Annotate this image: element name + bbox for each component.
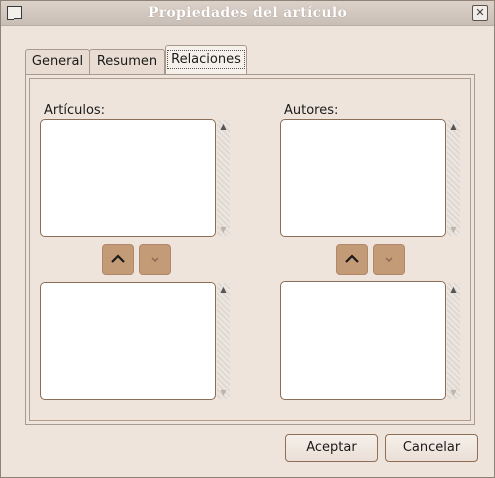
articulos-label: Artículos: [44,103,106,118]
scroll-down-icon[interactable]: ▼ [447,223,460,236]
articulos-move-down-button[interactable] [139,244,171,275]
tab-panel-relaciones: Artículos: ▲ ▼ ▲ ▼ Autores: ▲ ▼ ▲ ▼ [25,74,475,425]
tab-relaciones[interactable]: Relaciones [165,45,247,74]
scroll-up-icon[interactable]: ▲ [447,283,460,296]
articulos-available-scrollbar[interactable]: ▲ ▼ [217,283,230,399]
window-title: Propiedades del artículo [147,5,348,21]
tab-resumen[interactable]: Resumen [89,49,165,74]
autores-available-scrollbar[interactable]: ▲ ▼ [447,283,460,399]
scroll-up-icon[interactable]: ▲ [217,283,230,296]
chevron-down-icon [151,257,159,263]
tab-relaciones-label: Relaciones [167,50,245,69]
chevron-down-icon [385,257,393,263]
scroll-down-icon[interactable]: ▼ [217,386,230,399]
title-bar[interactable]: Propiedades del artículo ✕ [1,1,494,26]
accept-button[interactable]: Aceptar [285,434,378,462]
chevron-up-icon [345,254,359,263]
autores-move-up-button[interactable] [336,244,368,275]
tab-general-label: General [31,54,84,69]
tab-resumen-label: Resumen [96,54,158,69]
close-icon: ✕ [475,6,485,19]
articulos-selected-list[interactable] [40,119,216,237]
articulos-selected-scrollbar[interactable]: ▲ ▼ [217,120,230,236]
scroll-down-icon[interactable]: ▼ [447,386,460,399]
dialog-window: Propiedades del artículo ✕ General Resum… [0,0,495,478]
autores-selected-list[interactable] [280,119,446,237]
articulos-available-list[interactable] [40,282,216,400]
autores-move-down-button[interactable] [373,244,405,275]
chevron-up-icon [111,254,125,263]
autores-label: Autores: [284,103,339,118]
scroll-up-icon[interactable]: ▲ [217,120,230,133]
close-button[interactable]: ✕ [472,5,488,21]
scroll-up-icon[interactable]: ▲ [447,120,460,133]
tab-general[interactable]: General [25,49,90,74]
cancel-button[interactable]: Cancelar [385,434,478,462]
scroll-down-icon[interactable]: ▼ [217,223,230,236]
autores-selected-scrollbar[interactable]: ▲ ▼ [447,120,460,236]
articulos-move-up-button[interactable] [102,244,134,275]
autores-available-list[interactable] [280,281,446,400]
relations-frame: Artículos: ▲ ▼ ▲ ▼ Autores: ▲ ▼ ▲ ▼ [29,78,471,421]
